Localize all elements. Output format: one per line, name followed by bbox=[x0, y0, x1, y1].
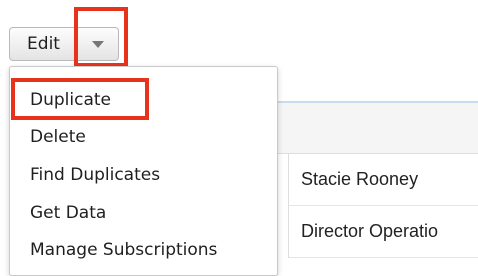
chevron-down-icon bbox=[92, 40, 104, 48]
edit-button[interactable]: Edit bbox=[10, 28, 78, 60]
menu-item-manage-subscriptions[interactable]: Manage Subscriptions bbox=[30, 239, 217, 261]
menu-item-duplicate[interactable]: Duplicate bbox=[30, 89, 111, 111]
record-title-row: Director Operatio bbox=[288, 206, 478, 258]
record-name-row: Stacie Rooney bbox=[288, 154, 478, 206]
edit-split-button: Edit bbox=[9, 27, 119, 61]
record-name-value: Stacie Rooney bbox=[301, 169, 419, 189]
actions-dropdown-toggle[interactable] bbox=[78, 28, 118, 60]
record-panel-header bbox=[278, 103, 478, 154]
menu-item-get-data[interactable]: Get Data bbox=[30, 202, 106, 224]
record-title-value: Director Operatio bbox=[301, 221, 439, 241]
menu-item-delete[interactable]: Delete bbox=[30, 126, 86, 148]
menu-item-find-duplicates[interactable]: Find Duplicates bbox=[30, 164, 160, 186]
record-panel: Stacie Rooney Director Operatio bbox=[278, 103, 478, 262]
actions-menu: Duplicate Delete Find Duplicates Get Dat… bbox=[9, 66, 278, 276]
